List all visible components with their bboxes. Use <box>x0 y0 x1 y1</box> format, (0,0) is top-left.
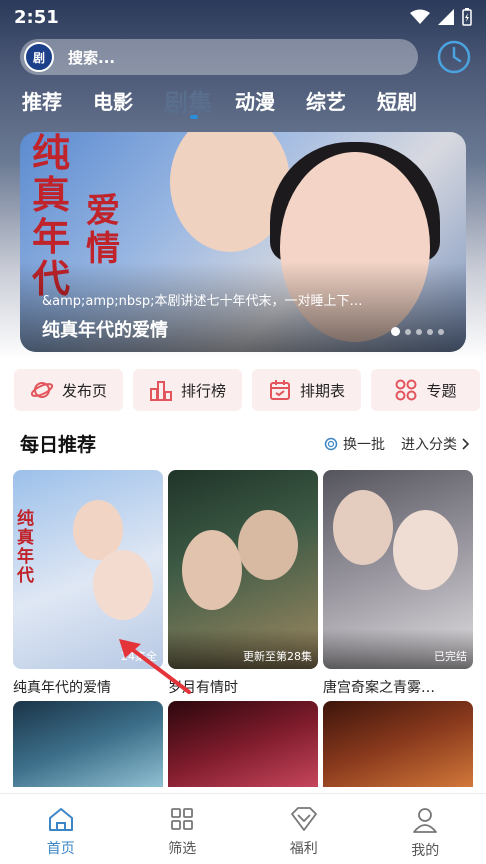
quick-link-ranking[interactable]: 排行榜 <box>133 369 242 411</box>
user-icon <box>413 808 438 833</box>
nav-label: 筛选 <box>168 841 197 857</box>
section-actions: 换一批 进入分类 <box>324 434 470 454</box>
pagination-dot[interactable] <box>405 328 411 335</box>
filter-grid-icon <box>171 808 194 830</box>
tab-label: 推荐 <box>22 90 62 114</box>
drama-poster <box>13 701 163 787</box>
active-tab-indicator <box>190 115 198 119</box>
poster-figure <box>333 490 393 565</box>
tab-variety[interactable]: 综艺 <box>306 86 377 118</box>
search-placeholder: 搜索... <box>68 48 116 67</box>
poster-figure <box>182 530 242 610</box>
tab-recommend[interactable]: 推荐 <box>22 86 93 118</box>
enter-category-label: 进入分类 <box>401 436 457 453</box>
app-logo-text: 剧 <box>32 50 45 65</box>
section-title: 每日推荐 <box>20 434 97 456</box>
daily-recommend-header: 每日推荐 换一批 进入分类 <box>20 430 470 457</box>
quick-link-label: 专题 <box>426 381 457 400</box>
drama-card[interactable]: 已完结 唐宫奇案之青雾… <box>323 470 473 697</box>
chevron-right-icon <box>462 437 470 450</box>
poster-figure <box>393 510 458 590</box>
enter-category-link[interactable]: 进入分类 <box>401 434 470 454</box>
battery-icon <box>462 8 472 26</box>
history-icon[interactable] <box>436 39 472 75</box>
banner-pagination <box>391 327 444 336</box>
tab-label: 短剧 <box>377 90 417 114</box>
ranking-icon <box>149 381 172 401</box>
pagination-dot[interactable] <box>427 328 433 335</box>
drama-poster <box>168 701 318 787</box>
nav-label: 首页 <box>46 841 75 857</box>
poster-figure <box>238 510 298 580</box>
status-time: 2:51 <box>14 6 59 28</box>
poster-figure <box>93 550 153 620</box>
diamond-icon <box>290 807 317 831</box>
search-row: 剧 搜索... <box>20 38 474 76</box>
quick-link-label: 排期表 <box>299 381 345 400</box>
quick-link-topics[interactable]: 专题 <box>371 369 480 411</box>
drama-card[interactable] <box>13 701 163 787</box>
bottom-navigation: 首页 筛选 福利 我的 <box>0 793 486 864</box>
episode-badge: 已完结 <box>434 650 467 663</box>
search-input[interactable]: 剧 搜索... <box>20 39 418 75</box>
banner-description: &amp;amp;nbsp;本剧讲述七十年代末，一对睡上下… <box>42 294 363 309</box>
tab-label: 综艺 <box>306 90 346 114</box>
quick-link-schedule[interactable]: 排期表 <box>252 369 361 411</box>
signal-icon <box>438 9 454 25</box>
drama-poster: 已完结 <box>323 470 473 669</box>
quick-link-label: 排行榜 <box>180 381 226 400</box>
pagination-dot[interactable] <box>416 328 422 335</box>
grid-icon <box>395 379 417 401</box>
nav-welfare[interactable]: 福利 <box>243 794 365 864</box>
tab-movies[interactable]: 电影 <box>93 86 164 118</box>
quick-link-label: 发布页 <box>61 381 107 400</box>
app-logo: 剧 <box>24 42 54 72</box>
pagination-dot[interactable] <box>391 327 400 336</box>
drama-poster <box>323 701 473 787</box>
nav-home[interactable]: 首页 <box>0 794 122 864</box>
poster-title-text: 纯真年代 <box>17 509 34 586</box>
tab-label: 动漫 <box>235 90 275 114</box>
home-icon <box>48 808 73 831</box>
status-icons <box>410 8 472 26</box>
tab-label: 剧集 <box>164 89 212 117</box>
tab-anime[interactable]: 动漫 <box>235 86 306 118</box>
refresh-icon <box>324 437 338 450</box>
drama-card[interactable] <box>323 701 473 787</box>
planet-icon <box>30 382 54 398</box>
tab-label: 电影 <box>93 90 133 114</box>
pagination-dot[interactable] <box>438 328 444 335</box>
tab-series[interactable]: 剧集 <box>164 83 235 119</box>
category-tabs: 推荐 电影 剧集 动漫 综艺 短剧 <box>22 83 448 119</box>
status-bar: 2:51 <box>0 0 486 34</box>
refresh-button[interactable]: 换一批 <box>324 434 385 454</box>
nav-profile[interactable]: 我的 <box>365 794 486 864</box>
episode-badge: 更新至第28集 <box>243 650 312 663</box>
nav-label: 我的 <box>411 843 440 859</box>
nav-label: 福利 <box>289 841 318 857</box>
annotation-arrow-icon <box>119 639 191 694</box>
banner-title: 纯真年代的爱情 <box>42 320 168 341</box>
quick-link-release[interactable]: 发布页 <box>14 369 123 411</box>
wifi-icon <box>410 9 430 24</box>
banner-poster-text: 爱情 <box>86 191 120 269</box>
calendar-icon <box>269 380 290 400</box>
quick-links: 发布页 排行榜 排期表 专题 <box>14 369 480 411</box>
drama-card[interactable] <box>168 701 318 787</box>
tab-short-drama[interactable]: 短剧 <box>377 86 448 118</box>
featured-banner[interactable]: 纯真年代 爱情 &amp;amp;nbsp;本剧讲述七十年代末，一对睡上下… 纯… <box>20 132 466 352</box>
refresh-label: 换一批 <box>343 436 385 453</box>
nav-filter[interactable]: 筛选 <box>122 794 244 864</box>
drama-title: 唐宫奇案之青雾… <box>323 680 435 696</box>
